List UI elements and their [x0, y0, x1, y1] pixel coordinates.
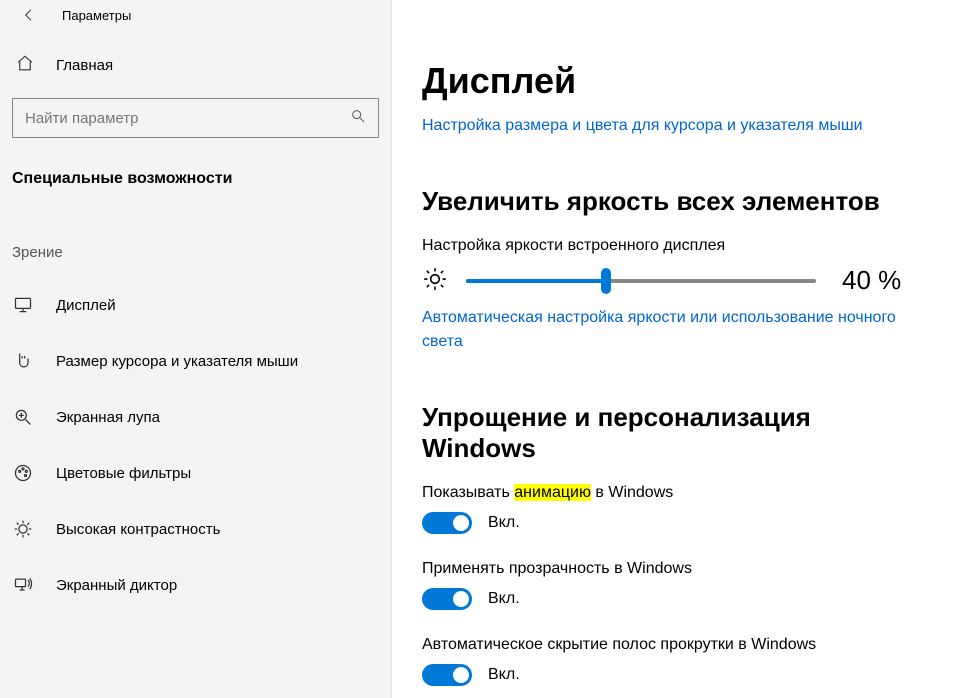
- toggle-switch[interactable]: [422, 664, 472, 686]
- palette-icon: [12, 463, 34, 483]
- search-box[interactable]: [12, 98, 379, 138]
- nav-label: Высокая контрастность: [56, 521, 220, 538]
- toggle-label: Показывать анимацию в Windows: [422, 484, 930, 502]
- settings-sidebar: Параметры Главная Специальные возможност…: [0, 0, 392, 698]
- toggle-switch[interactable]: [422, 588, 472, 610]
- toggle-label: Автоматическое скрытие полос прокрутки в…: [422, 636, 930, 654]
- brightness-percent: 40 %: [842, 265, 901, 296]
- sidebar-item-color-filters[interactable]: Цветовые фильтры: [0, 445, 391, 501]
- sidebar-group-title: Специальные возможности: [0, 138, 391, 196]
- sidebar-item-narrator[interactable]: Экранный диктор: [0, 557, 391, 613]
- toggle-state: Вкл.: [488, 514, 520, 532]
- nav-label: Цветовые фильтры: [56, 465, 191, 482]
- nav-label: Размер курсора и указателя мыши: [56, 353, 298, 370]
- sidebar-nav: Дисплей Размер курсора и указателя мыши …: [0, 269, 391, 613]
- toggle-label: Применять прозрачность в Windows: [422, 560, 930, 578]
- search-input[interactable]: [25, 110, 350, 127]
- main-content: Дисплей Настройка размера и цвета для ку…: [392, 0, 960, 698]
- sidebar-item-display[interactable]: Дисплей: [0, 277, 391, 333]
- toggle-switch[interactable]: [422, 512, 472, 534]
- sidebar-category-title: Зрение: [0, 196, 391, 269]
- sidebar-item-home[interactable]: Главная: [0, 30, 391, 86]
- pointer-icon: [12, 351, 34, 371]
- back-arrow-icon[interactable]: [20, 6, 38, 24]
- brightness-label: Настройка яркости встроенного дисплея: [422, 237, 930, 255]
- contrast-icon: [12, 519, 34, 539]
- magnifier-plus-icon: [12, 407, 34, 427]
- brightness-slider[interactable]: [466, 269, 816, 293]
- toggle-hide-scrollbars: Автоматическое скрытие полос прокрутки в…: [422, 636, 930, 686]
- title-bar: Параметры: [0, 0, 391, 30]
- sidebar-item-high-contrast[interactable]: Высокая контрастность: [0, 501, 391, 557]
- highlighted-text: анимацию: [514, 484, 591, 501]
- toggle-state: Вкл.: [488, 590, 520, 608]
- section-simplify-heading: Упрощение и персонализация Windows: [422, 402, 930, 464]
- brightness-control: 40 %: [422, 265, 930, 296]
- search-icon: [350, 108, 366, 128]
- monitor-icon: [12, 295, 34, 315]
- page-title: Дисплей: [422, 60, 930, 102]
- sidebar-item-magnifier[interactable]: Экранная лупа: [0, 389, 391, 445]
- section-brightness-heading: Увеличить яркость всех элементов: [422, 186, 930, 217]
- narrator-icon: [12, 575, 34, 595]
- nav-label: Экранный диктор: [56, 577, 177, 594]
- home-icon: [16, 54, 34, 76]
- nav-label: Дисплей: [56, 297, 116, 314]
- toggle-transparency: Применять прозрачность в Windows Вкл.: [422, 560, 930, 610]
- home-label: Главная: [56, 57, 113, 74]
- link-cursor-settings[interactable]: Настройка размера и цвета для курсора и …: [422, 114, 930, 138]
- app-title: Параметры: [62, 8, 131, 23]
- link-auto-brightness[interactable]: Автоматическая настройка яркости или исп…: [422, 306, 930, 354]
- toggle-show-animations: Показывать анимацию в Windows Вкл.: [422, 484, 930, 534]
- nav-label: Экранная лупа: [56, 409, 160, 426]
- sidebar-item-cursor[interactable]: Размер курсора и указателя мыши: [0, 333, 391, 389]
- brightness-icon: [422, 266, 448, 296]
- toggle-state: Вкл.: [488, 666, 520, 684]
